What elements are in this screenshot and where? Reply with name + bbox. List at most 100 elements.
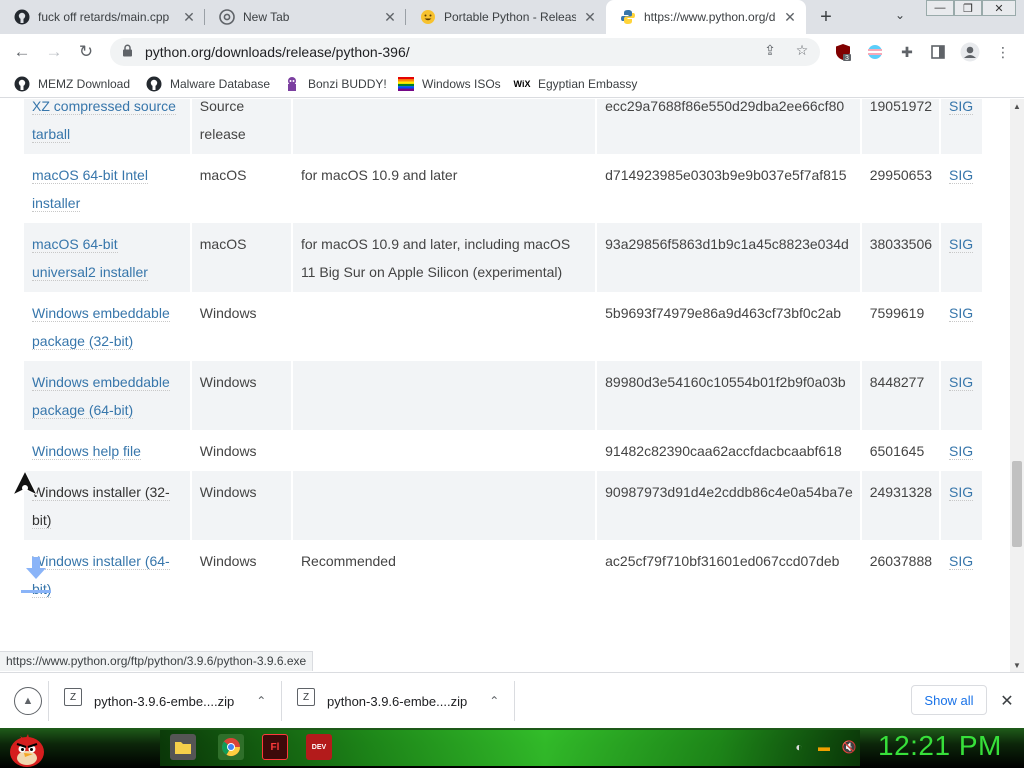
show-all-button[interactable]: Show all (911, 685, 987, 715)
minimize-button[interactable]: — (926, 0, 954, 16)
bookmark-label: Egyptian Embassy (538, 77, 638, 91)
reload-button[interactable]: ↻ (74, 40, 98, 64)
sig-link[interactable]: SIG (949, 236, 974, 253)
file-link[interactable]: Windows embeddable package (32-bit) (32, 305, 170, 350)
md5-cell: ecc29a7688f86e550d29dba2ee66cf80 (597, 99, 862, 154)
scroll-down-arrow-icon[interactable]: ▼ (1010, 660, 1024, 670)
file-explorer-taskbar-icon[interactable] (170, 734, 196, 760)
divider (48, 681, 49, 721)
description-cell: for macOS 10.9 and later (292, 154, 598, 223)
file-link[interactable]: Windows installer (64-bit) (32, 553, 170, 598)
new-tab-button[interactable]: + (815, 6, 837, 28)
menu-kebab-icon[interactable]: ⋮ (993, 42, 1013, 62)
bookmark-windows-isos[interactable]: Windows ISOs (398, 75, 501, 93)
tab-portable-python[interactable]: Portable Python - Release ✕ (406, 0, 606, 34)
close-icon[interactable]: ✕ (782, 9, 798, 25)
sig-link[interactable]: SIG (949, 99, 974, 115)
address-bar[interactable]: python.org/downloads/release/python-396/ (110, 38, 820, 66)
zip-file-icon: Z (297, 688, 315, 706)
download-shelf: ▲ Z python-3.9.6-embe....zip ⌃ Z python-… (0, 672, 1024, 728)
tab-search-chevron-icon[interactable]: ⌄ (895, 8, 905, 22)
file-link[interactable]: macOS 64-bit universal2 installer (32, 236, 148, 281)
description-cell (292, 471, 598, 540)
devcpp-taskbar-icon[interactable]: DEV (306, 734, 332, 760)
tab-github-main[interactable]: fuck off retards/main.cpp ✕ (0, 0, 205, 34)
maximize-button[interactable]: ❐ (954, 0, 982, 16)
volume-muted-icon[interactable]: 🔇 (840, 738, 858, 756)
file-link[interactable]: macOS 64-bit Intel installer (32, 167, 148, 212)
tab-new-tab[interactable]: New Tab ✕ (205, 0, 406, 34)
os-cell: Source release (191, 99, 293, 154)
description-cell (292, 99, 598, 154)
sig-link[interactable]: SIG (949, 374, 974, 391)
flash-taskbar-icon[interactable]: Fl (262, 734, 288, 760)
share-icon[interactable]: ⇪ (760, 40, 780, 60)
download-item[interactable]: Z python-3.9.6-embe....zip ⌃ (64, 673, 266, 729)
close-icon[interactable]: ✕ (997, 691, 1017, 711)
angry-bird-start-icon[interactable] (6, 730, 48, 768)
page-content: XZ compressed source tarball Source rele… (0, 99, 1010, 662)
os-cell: Windows (191, 292, 293, 361)
file-link[interactable]: Windows help file (32, 443, 141, 460)
forward-button[interactable]: → (42, 40, 66, 64)
side-panel-icon[interactable] (928, 42, 948, 62)
chrome-taskbar-icon[interactable] (218, 734, 244, 760)
sig-link[interactable]: SIG (949, 553, 974, 570)
trans-flag-extension-icon[interactable] (865, 42, 885, 62)
window-close-button[interactable]: ✕ (982, 0, 1016, 16)
browser-toolbar: ← → ↻ python.org/downloads/release/pytho… (0, 34, 1024, 70)
github-icon (14, 76, 30, 92)
scrollbar-thumb[interactable] (1012, 461, 1022, 547)
bookmark-malware-database[interactable]: Malware Database (146, 75, 270, 93)
md5-cell: 90987973d91d4e2cddb86c4e0a54ba7e (597, 471, 862, 540)
file-link[interactable]: Windows embeddable package (64-bit) (32, 374, 170, 419)
python-icon (620, 9, 636, 25)
taskbar-clock[interactable]: 12:21 PM (878, 730, 1002, 762)
sig-link[interactable]: SIG (949, 305, 974, 322)
tab-title: https://www.python.org/d (644, 10, 776, 24)
os-cell: Windows (191, 430, 293, 471)
sig-link[interactable]: SIG (949, 167, 974, 184)
extensions-puzzle-icon[interactable]: ✚ (897, 42, 917, 62)
sig-link[interactable]: SIG (949, 484, 974, 501)
md5-cell: d714923985e0303b9e9b037e5f7af815 (597, 154, 862, 223)
tab-title: fuck off retards/main.cpp (38, 10, 170, 24)
close-icon[interactable]: ✕ (181, 9, 197, 25)
os-cell: macOS (191, 154, 293, 223)
md5-cell: 91482c82390caa62accfdacbcaabf618 (597, 430, 862, 471)
profile-avatar-icon[interactable] (960, 42, 980, 62)
chevron-up-icon[interactable]: ⌃ (256, 694, 266, 708)
floating-cursor-icon (11, 469, 39, 497)
bookmark-memz[interactable]: MEMZ Download (14, 75, 130, 93)
close-icon[interactable]: ✕ (582, 9, 598, 25)
tray-app-icon[interactable]: ◐ (790, 738, 808, 756)
lock-icon[interactable] (122, 44, 133, 60)
close-icon[interactable]: ✕ (382, 9, 398, 25)
size-cell: 29950653 (861, 154, 942, 223)
size-cell: 24931328 (861, 471, 942, 540)
tab-python-org[interactable]: https://www.python.org/d ✕ (606, 0, 806, 34)
description-cell: Recommended (292, 540, 598, 609)
bookmark-star-icon[interactable]: ☆ (792, 40, 812, 60)
back-button[interactable]: ← (10, 40, 34, 64)
md5-cell: ac25cf79f710bf31601ed067ccd07deb (597, 540, 862, 609)
address-url: python.org/downloads/release/python-396/ (145, 44, 410, 60)
bookmark-label: Bonzi BUDDY! (308, 77, 387, 91)
description-cell (292, 430, 598, 471)
wix-icon: WiX (513, 79, 531, 89)
table-row: Windows installer (32-bit) Windows 90987… (24, 471, 984, 540)
ublock-extension-icon[interactable]: 3 (833, 42, 853, 62)
file-link[interactable]: Windows installer (32-bit) (32, 484, 170, 529)
bookmark-bonzi-buddy[interactable]: Bonzi BUDDY! (284, 75, 387, 93)
tray-monitor-icon[interactable]: ▬ (815, 738, 833, 756)
download-item[interactable]: Z python-3.9.6-embe....zip ⌃ (297, 673, 499, 729)
table-row: macOS 64-bit universal2 installer macOS … (24, 223, 984, 292)
sig-link[interactable]: SIG (949, 443, 974, 460)
scroll-up-arrow-icon[interactable]: ▲ (1010, 101, 1024, 111)
chevron-up-icon[interactable]: ▲ (14, 687, 42, 715)
file-link[interactable]: XZ compressed source tarball (32, 99, 176, 143)
vertical-scrollbar[interactable]: ▲ ▼ (1010, 99, 1024, 672)
description-cell (292, 292, 598, 361)
bookmark-egyptian-embassy[interactable]: WiX Egyptian Embassy (513, 75, 638, 93)
chevron-up-icon[interactable]: ⌃ (489, 694, 499, 708)
